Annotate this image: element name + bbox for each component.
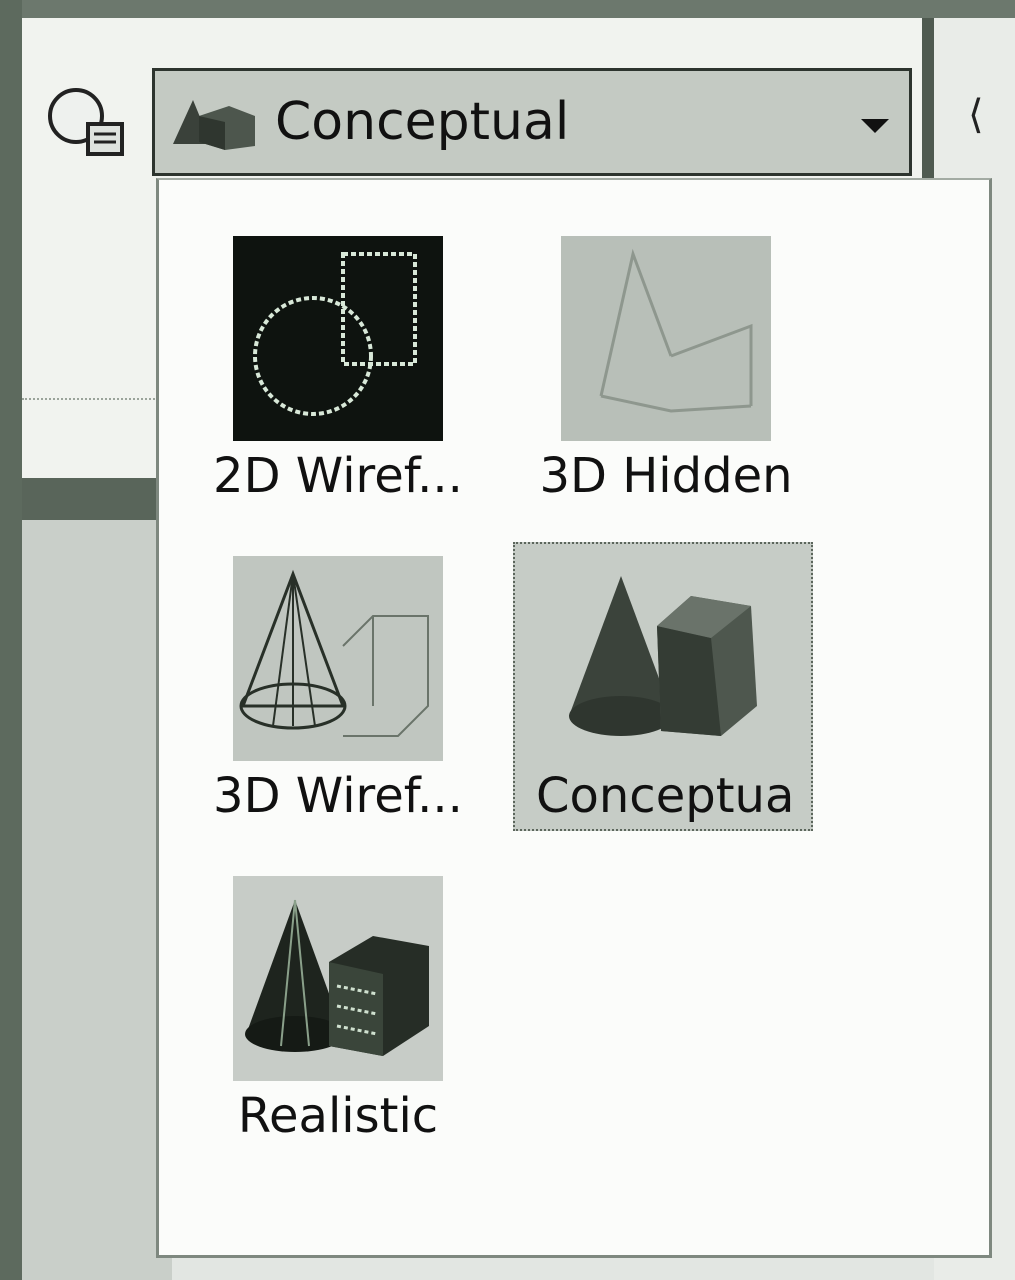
- visual-style-combo[interactable]: Conceptual: [152, 68, 912, 176]
- 3d-wireframe-icon: [233, 556, 443, 761]
- visual-style-selected-label: Conceptual: [275, 92, 570, 152]
- style-label: 3D Wiref...: [213, 768, 463, 824]
- visual-styles-dropdown: 2D Wiref... 3D Hidden 3D Wiref... Concep…: [156, 178, 992, 1258]
- chevron-down-icon[interactable]: [861, 119, 889, 133]
- 2d-wireframe-icon: [233, 236, 443, 441]
- style-label: 3D Hidden: [539, 448, 793, 504]
- conceptual-icon: [569, 576, 757, 736]
- window-frame-top: [0, 0, 1015, 18]
- 3d-hidden-icon: [561, 236, 771, 441]
- conceptual-style-icon: [173, 100, 255, 150]
- panel-separator: [22, 398, 162, 400]
- window-frame-left: [0, 0, 22, 1280]
- realistic-icon: [233, 876, 443, 1081]
- drawing-area-background: [22, 520, 172, 1280]
- style-label: Realistic: [237, 1088, 439, 1144]
- partial-left-glyph[interactable]: ⟨: [968, 95, 984, 135]
- style-label: Conceptual: [536, 768, 796, 824]
- visual-style-manager-icon[interactable]: [44, 82, 134, 162]
- panel-title-bar: [22, 478, 172, 520]
- style-label: 2D Wiref...: [213, 448, 463, 504]
